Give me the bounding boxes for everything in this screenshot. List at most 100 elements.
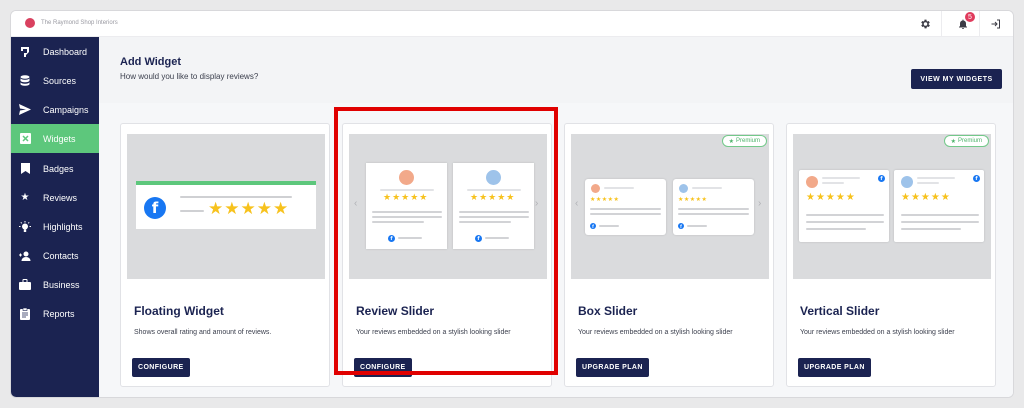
placeholder-line [599, 225, 619, 227]
facebook-icon: f [678, 223, 684, 229]
chevron-right-icon: › [758, 198, 762, 209]
floating-widget-mockup: f ★★★★★ [136, 181, 316, 229]
placeholder-line [917, 182, 939, 184]
star-icon: ★ [20, 192, 30, 203]
review-card-mockup: ★★★★★ f [585, 179, 666, 235]
placeholder-line [590, 208, 661, 210]
facebook-icon: f [144, 197, 166, 219]
avatar [901, 176, 913, 188]
contacts-icon [19, 250, 31, 262]
brand-name: The Raymond Shop Interiors [41, 20, 118, 26]
chevron-left-icon: ‹ [575, 198, 579, 209]
upgrade-plan-button[interactable]: UPGRADE PLAN [798, 358, 871, 377]
widget-icon [19, 133, 31, 145]
bookmark-icon [19, 163, 31, 175]
clipboard-icon [19, 307, 31, 320]
rating-stars: ★★★★★ [590, 197, 620, 203]
card-title: Box Slider [578, 304, 638, 318]
placeholder-line [678, 208, 749, 210]
view-my-widgets-button[interactable]: VIEW MY WIDGETS [911, 69, 1002, 89]
widget-card-floating[interactable]: f ★★★★★ Floating Widget Shows overall ra… [120, 123, 330, 387]
facebook-icon: f [590, 223, 596, 229]
sidebar-item-label: Dashboard [43, 46, 88, 57]
placeholder-line [901, 228, 961, 230]
topbar-divider [979, 11, 980, 37]
placeholder-line [180, 196, 292, 198]
card-title: Vertical Slider [800, 304, 880, 318]
rating-stars: ★★★★★ [901, 192, 951, 203]
sidebar-item-label: Business [43, 279, 80, 290]
page-header: Add Widget How would you like to display… [99, 37, 1013, 103]
sidebar-item-label: Campaigns [43, 104, 89, 115]
notification-badge: 5 [965, 12, 975, 22]
placeholder-line [806, 221, 884, 223]
premium-badge: ★ Premium [721, 135, 767, 147]
sidebar-item-label: Reports [43, 308, 75, 319]
briefcase-icon [19, 279, 31, 291]
database-icon [19, 75, 31, 87]
rating-stars: ★★★★★ [806, 192, 856, 203]
sidebar-item-dashboard[interactable]: Dashboard [11, 37, 99, 66]
facebook-icon: f [973, 175, 980, 182]
page-subtitle: How would you like to display reviews? [120, 72, 259, 81]
avatar [679, 184, 688, 193]
widget-card-box-slider[interactable]: ‹ › ★★★★★ f ★★★★★ f ★ Premium Box Slider… [564, 123, 774, 387]
star-icon: ★ [950, 138, 956, 145]
placeholder-line [180, 210, 204, 212]
page-title: Add Widget [120, 56, 181, 68]
placeholder-line [822, 182, 844, 184]
sidebar-item-label: Badges [43, 163, 74, 174]
logout-icon[interactable] [987, 15, 1005, 33]
brand[interactable]: The Raymond Shop Interiors [25, 18, 118, 28]
premium-badge: ★ Premium [943, 135, 989, 147]
topbar-divider [941, 11, 942, 37]
premium-label: Premium [735, 138, 760, 144]
placeholder-line [822, 177, 860, 179]
bell-icon[interactable]: 5 [954, 12, 975, 33]
upgrade-plan-button[interactable]: UPGRADE PLAN [576, 358, 649, 377]
placeholder-line [678, 213, 749, 215]
sidebar-item-widgets[interactable]: Widgets [11, 124, 99, 153]
gear-icon[interactable] [916, 15, 934, 33]
review-card-mockup: ★★★★★ f [673, 179, 754, 235]
rating-stars: ★★★★★ [678, 197, 708, 203]
dashboard-icon [19, 46, 31, 58]
sidebar-item-reports[interactable]: Reports [11, 299, 99, 328]
placeholder-line [806, 214, 884, 216]
widget-card-vertical-slider[interactable]: f ★★★★★ f ★★★★★ ★ Premium Vertical Slide… [786, 123, 996, 387]
star-icon: ★ [728, 138, 734, 145]
sidebar-item-reviews[interactable]: ★ Reviews [11, 183, 99, 212]
sidebar-item-contacts[interactable]: Contacts [11, 241, 99, 270]
sidebar-item-label: Highlights [43, 221, 83, 232]
card-description: Shows overall rating and amount of revie… [134, 329, 272, 336]
facebook-icon: f [878, 175, 885, 182]
avatar [591, 184, 600, 193]
review-card-mockup: f ★★★★★ [799, 170, 889, 242]
brand-logo-icon [25, 18, 35, 28]
highlight-box [334, 107, 558, 375]
sidebar: Dashboard Sources Campaigns Widgets Badg… [11, 37, 99, 397]
configure-button[interactable]: CONFIGURE [132, 358, 190, 377]
card-description: Your reviews embedded on a stylish looki… [800, 329, 955, 336]
top-bar: The Raymond Shop Interiors 5 [11, 11, 1013, 37]
sidebar-item-campaigns[interactable]: Campaigns [11, 95, 99, 124]
review-card-mockup: f ★★★★★ [894, 170, 984, 242]
lightbulb-icon [19, 220, 31, 233]
sidebar-item-highlights[interactable]: Highlights [11, 212, 99, 241]
floating-widget-preview: f ★★★★★ [127, 134, 325, 279]
avatar [806, 176, 818, 188]
card-description: Your reviews embedded on a stylish looki… [578, 329, 733, 336]
placeholder-line [692, 187, 722, 189]
sidebar-item-label: Contacts [43, 250, 79, 261]
placeholder-line [901, 214, 979, 216]
rating-stars: ★★★★★ [208, 199, 290, 218]
send-icon [19, 104, 31, 116]
placeholder-line [917, 177, 955, 179]
box-slider-preview: ‹ › ★★★★★ f ★★★★★ f ★ Premium [571, 134, 769, 279]
card-title: Floating Widget [134, 304, 224, 318]
sidebar-item-business[interactable]: Business [11, 270, 99, 299]
sidebar-item-badges[interactable]: Badges [11, 154, 99, 183]
sidebar-item-sources[interactable]: Sources [11, 66, 99, 95]
sidebar-item-label: Widgets [43, 133, 76, 144]
sidebar-item-label: Reviews [43, 192, 78, 203]
